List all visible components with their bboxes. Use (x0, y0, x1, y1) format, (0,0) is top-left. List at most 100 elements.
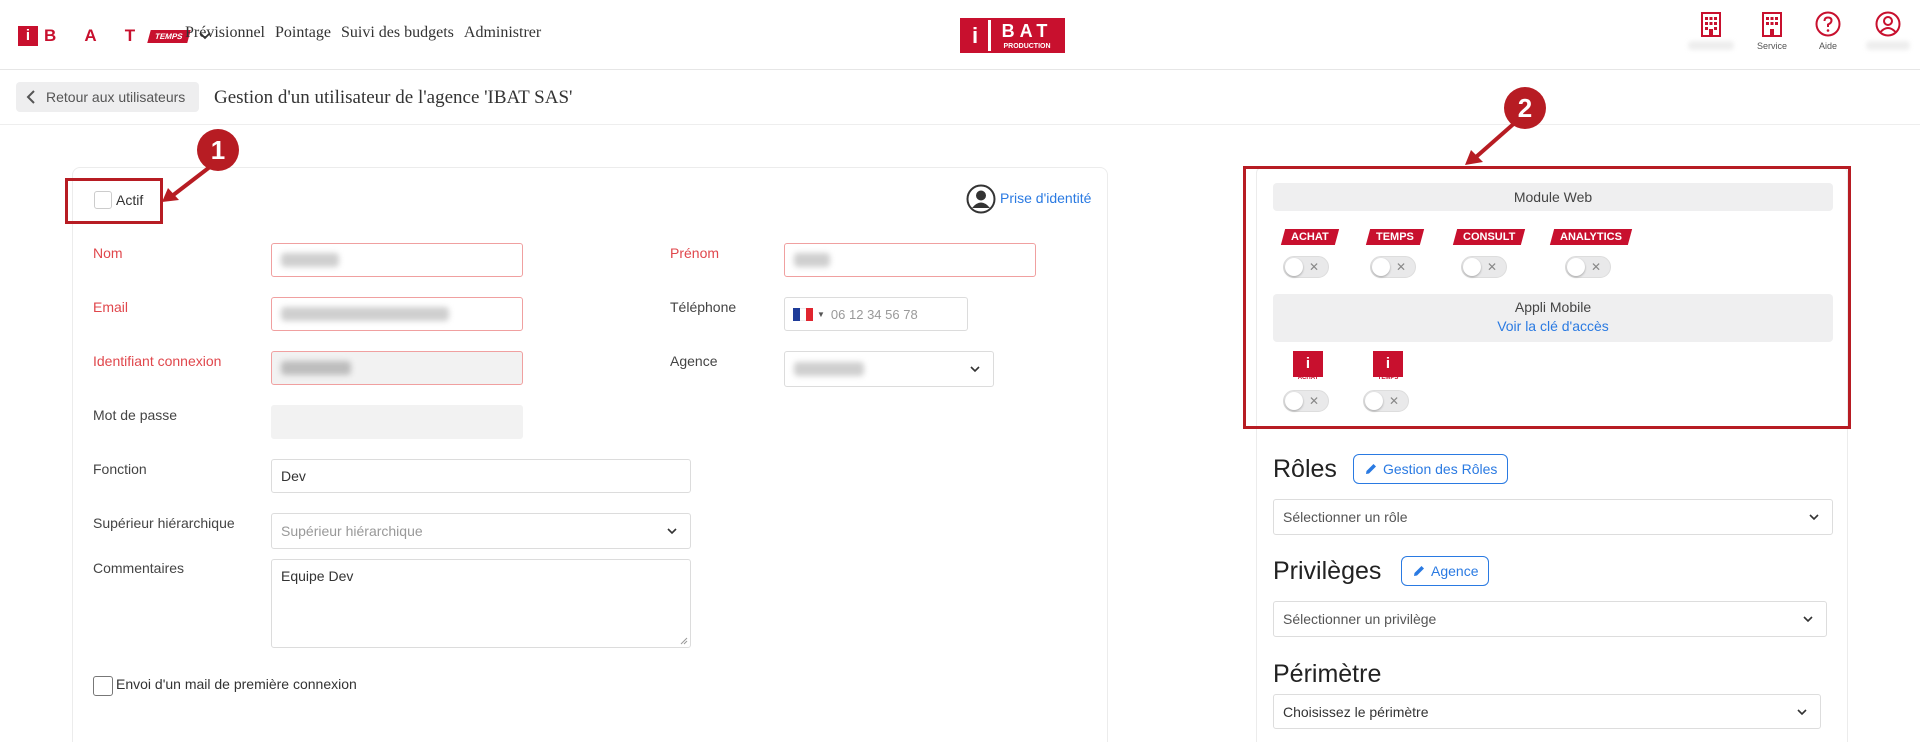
chevron-down-icon (1797, 709, 1807, 716)
commentaires-textarea[interactable]: Equipe Dev (271, 559, 691, 648)
service-icon (1762, 12, 1782, 37)
nom-value-blurred (281, 253, 339, 267)
close-icon: ✕ (1590, 260, 1601, 274)
mobile-app-achat-caption: ACHAT (1297, 375, 1319, 381)
email-input[interactable] (271, 297, 523, 331)
back-button-label: Retour aux utilisateurs (46, 89, 186, 105)
module-tag-consult: CONSULT (1452, 229, 1526, 245)
app-logo[interactable]: i B A T TEMPS (18, 26, 211, 46)
chevron-down-icon (1809, 514, 1819, 521)
first-login-mail-checkbox[interactable] (93, 676, 113, 696)
close-icon: ✕ (1308, 394, 1319, 408)
module-tag-achat: ACHAT (1280, 229, 1339, 245)
service-menu[interactable]: Service (1744, 10, 1800, 51)
help-menu[interactable]: Aide (1800, 10, 1856, 51)
fonction-input[interactable]: Dev (271, 459, 691, 493)
agence-label: Agence (670, 353, 718, 369)
close-icon: ✕ (1308, 260, 1319, 274)
access-key-link[interactable]: Voir la clé d'accès (1273, 318, 1833, 334)
nav-previsionnel[interactable]: Prévisionnel (185, 24, 265, 42)
commentaires-value: Equipe Dev (281, 568, 354, 584)
privilege-select[interactable]: Sélectionner un privilège (1273, 601, 1827, 637)
manage-roles-button[interactable]: Gestion des Rôles (1353, 454, 1509, 484)
nav-pointage[interactable]: Pointage (275, 24, 331, 42)
role-select-placeholder: Sélectionner un rôle (1283, 509, 1408, 525)
toggle-mobile-temps[interactable]: ✕ (1363, 390, 1409, 412)
service-label: Service (1756, 41, 1787, 51)
impersonate-link[interactable]: Prise d'identité (1000, 190, 1091, 206)
motdepasse-input[interactable] (271, 405, 523, 439)
privileges-title: Privilèges (1273, 557, 1382, 585)
perimetre-select[interactable]: Choisissez le périmètre (1273, 694, 1821, 729)
prenom-input[interactable] (784, 243, 1036, 277)
agence-value-blurred (794, 362, 864, 376)
identifiant-label: Identifiant connexion (93, 353, 222, 369)
toggle-web-consult[interactable]: ✕ (1461, 256, 1507, 278)
chevron-left-icon (26, 90, 35, 104)
module-web-header: Module Web (1273, 183, 1833, 211)
chevron-down-icon (667, 528, 677, 535)
appli-mobile-title: Appli Mobile (1514, 299, 1592, 315)
fonction-label: Fonction (93, 461, 147, 477)
top-navbar: i B A T TEMPS Prévisionnel Pointage Suiv… (0, 0, 1920, 70)
agence-select[interactable] (784, 351, 994, 387)
production-logo-i: i (962, 20, 988, 51)
user-menu[interactable] (1856, 10, 1920, 51)
commentaires-label: Commentaires (93, 560, 185, 576)
identifiant-input[interactable] (271, 351, 523, 385)
chevron-down-icon (970, 366, 980, 373)
appli-mobile-header: Appli Mobile Voir la clé d'accès (1273, 294, 1833, 342)
agence-privilege-button[interactable]: Agence (1401, 556, 1490, 586)
telephone-input[interactable]: ▼ 06 12 34 56 78 (784, 297, 968, 331)
resize-handle-icon[interactable] (680, 637, 688, 645)
nom-input[interactable] (271, 243, 523, 277)
annotation-badge-1: 1 (197, 129, 239, 171)
nom-label: Nom (93, 245, 123, 261)
user-icon (1875, 11, 1901, 37)
mobile-app-achat-icon: i (1293, 351, 1323, 377)
back-to-users-button[interactable]: Retour aux utilisateurs (16, 82, 200, 112)
production-logo-letters: BAT (1001, 21, 1053, 41)
nav-administrer[interactable]: Administrer (464, 24, 541, 42)
impersonate-user-icon[interactable] (966, 184, 996, 214)
annotation-box-1 (65, 178, 163, 224)
top-right-icons: Service Aide (1678, 10, 1920, 51)
brand-letters: B A T (44, 26, 148, 45)
telephone-label: Téléphone (670, 299, 737, 315)
help-label: Aide (1818, 41, 1837, 51)
country-caret-icon[interactable]: ▼ (817, 310, 825, 319)
telephone-placeholder: 06 12 34 56 78 (830, 306, 918, 322)
agency-menu[interactable] (1678, 10, 1744, 51)
page-header: Retour aux utilisateurs Gestion d'un uti… (0, 70, 1920, 125)
nav-suivi-budgets[interactable]: Suivi des budgets (341, 24, 454, 42)
close-icon: ✕ (1486, 260, 1497, 274)
main-nav: Prévisionnel Pointage Suivi des budgets … (185, 24, 541, 42)
toggle-mobile-achat[interactable]: ✕ (1283, 390, 1329, 412)
toggle-web-achat[interactable]: ✕ (1283, 256, 1329, 278)
toggle-web-analytics[interactable]: ✕ (1565, 256, 1611, 278)
production-logo-sub: PRODUCTION (1003, 43, 1051, 50)
motdepasse-label: Mot de passe (93, 407, 178, 423)
role-select[interactable]: Sélectionner un rôle (1273, 499, 1833, 535)
mobile-app-temps-caption: TEMPS (1377, 375, 1399, 381)
superieur-select[interactable]: Supérieur hiérarchique (271, 513, 691, 549)
help-icon (1815, 11, 1841, 37)
toggle-web-temps[interactable]: ✕ (1370, 256, 1416, 278)
building-icon (1701, 12, 1721, 37)
brand-i-mark: i (18, 26, 38, 46)
page-title: Gestion d'un utilisateur de l'agence 'IB… (214, 87, 573, 108)
identifiant-value-blurred (281, 361, 351, 375)
agency-name-blurred (1688, 41, 1734, 50)
email-label: Email (93, 299, 129, 315)
france-flag-icon[interactable] (793, 307, 814, 321)
perimetre-title: Périmètre (1273, 660, 1382, 688)
production-logo: i BAT PRODUCTION (960, 18, 1065, 53)
module-tag-analytics: ANALYTICS (1549, 229, 1633, 245)
roles-title: Rôles (1273, 455, 1337, 483)
agence-privilege-label: Agence (1431, 563, 1479, 579)
email-value-blurred (281, 307, 449, 321)
mobile-app-temps-icon: i (1373, 351, 1403, 377)
prenom-value-blurred (794, 253, 830, 267)
perimetre-select-placeholder: Choisissez le périmètre (1283, 703, 1429, 720)
brand-tag: TEMPS (147, 29, 191, 43)
